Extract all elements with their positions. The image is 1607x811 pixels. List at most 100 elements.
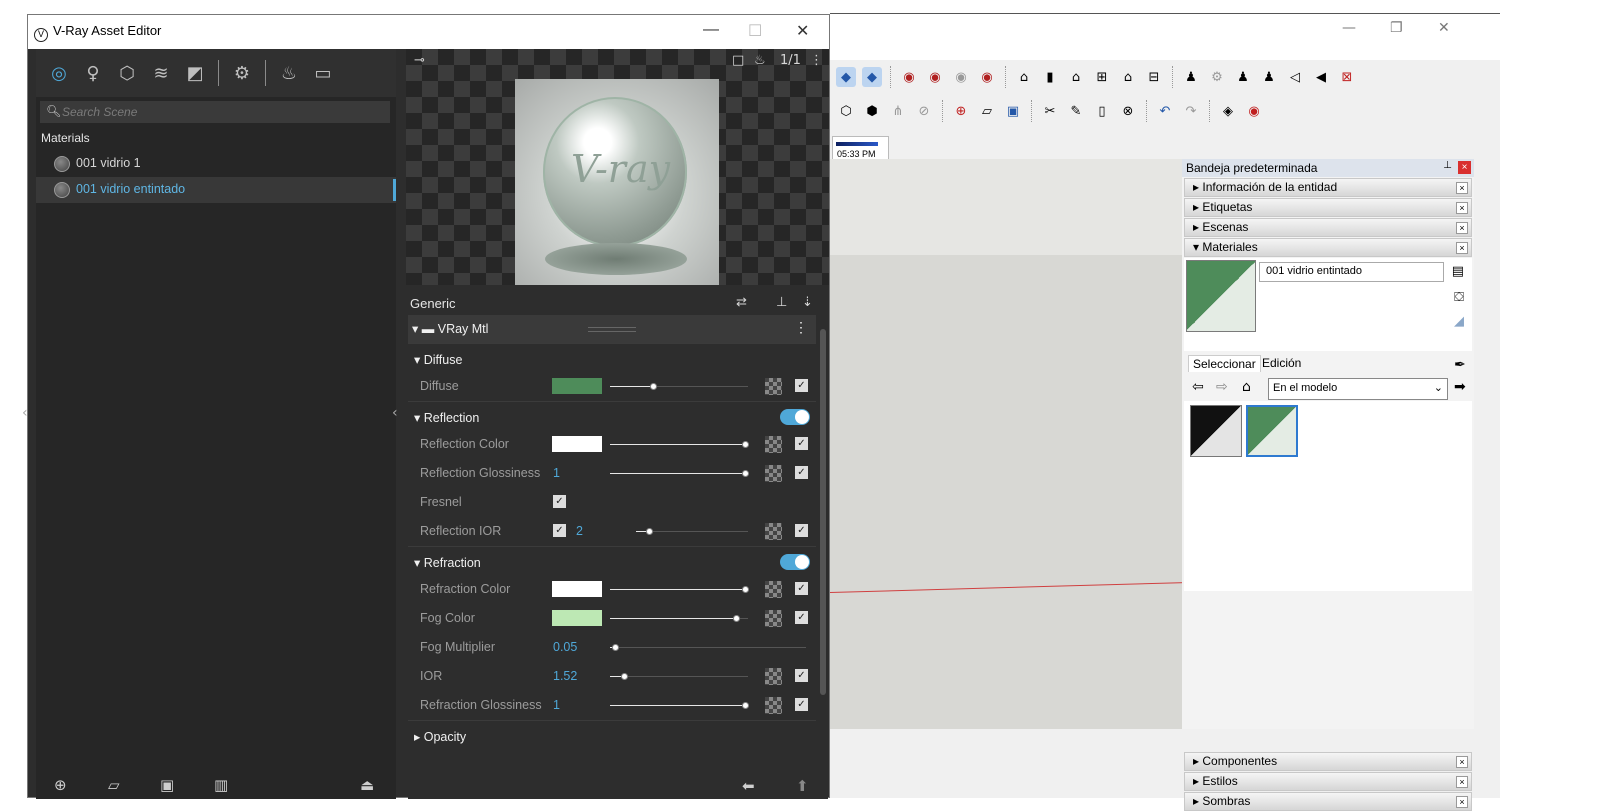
layers-icon[interactable]: ≋ [148, 60, 174, 86]
paste-icon[interactable]: ✎ [1066, 101, 1086, 121]
panel-scenes[interactable]: ▸ Escenas × [1184, 218, 1472, 237]
home-icon[interactable]: ⌂ [1242, 379, 1251, 395]
preview-pin-icon[interactable]: ⊸ [414, 53, 425, 68]
box-icon[interactable]: ⬡ [836, 101, 856, 121]
add-layer-icon[interactable]: ⊥ [776, 294, 787, 310]
create-material-icon[interactable]: ▤ [1452, 264, 1464, 279]
close-button[interactable]: ✕ [1438, 20, 1450, 36]
close-button[interactable]: ✕ [796, 21, 809, 41]
filter-icon[interactable]: ⇄ [736, 294, 747, 310]
ior-slider[interactable] [610, 673, 748, 680]
plane2-icon[interactable]: ◀ [1311, 67, 1331, 87]
scissors-icon[interactable]: ✂ [1040, 101, 1060, 121]
panel-shadows[interactable]: ▸ Sombras × [1184, 792, 1472, 811]
reflection-toggle[interactable] [780, 409, 810, 425]
fresnel-checkbox[interactable]: ✓ [553, 495, 566, 508]
sandbox-icon[interactable]: ◆ [836, 67, 856, 87]
collapse-sidebar-icon[interactable]: ‹ [392, 405, 398, 421]
preview-teapot-icon[interactable]: ♨ [754, 53, 766, 68]
section-reflection[interactable]: ▾ Reflection [408, 401, 816, 430]
minimize-button[interactable]: — [703, 21, 719, 39]
erase-icon[interactable]: ⊗ [1118, 101, 1138, 121]
search-input[interactable]: 🔍︎ Search Scene [40, 101, 390, 123]
house-view-icon[interactable]: ⌂ [1014, 67, 1034, 87]
close-icon[interactable]: × [1456, 242, 1468, 254]
tray-close-icon[interactable]: × [1458, 161, 1471, 174]
gear-dim-icon[interactable]: ⚙ [1207, 67, 1227, 87]
menu-icon[interactable]: ⋮ [794, 319, 808, 336]
details-arrow-icon[interactable]: ➡ [1454, 379, 1466, 395]
settings-gear-icon[interactable]: ⚙ [229, 60, 255, 86]
reflection-glossiness-slider[interactable] [610, 470, 750, 477]
enabled-checkbox[interactable]: ✓ [795, 437, 808, 450]
close-icon[interactable]: × [1456, 222, 1468, 234]
render-teapot-icon[interactable]: ♨ [276, 60, 302, 86]
refraction-color-swatch[interactable] [552, 581, 602, 597]
panel-styles[interactable]: ▸ Estilos × [1184, 772, 1472, 791]
geometry-icon[interactable]: ⬡ [114, 60, 140, 86]
enabled-checkbox[interactable]: ✓ [795, 698, 808, 711]
texture-slot-icon[interactable] [765, 523, 782, 540]
refraction-color-slider[interactable] [610, 586, 750, 593]
home-icon[interactable]: ⌂ [1066, 67, 1086, 87]
material-thumb-green[interactable] [1246, 405, 1298, 457]
undo-icon[interactable]: ↶ [1155, 101, 1175, 121]
textures-icon[interactable]: ◩ [182, 60, 208, 86]
material-item[interactable]: 001 vidrio 1 [36, 151, 396, 177]
properties-scrollbar[interactable] [820, 329, 826, 695]
materials-icon[interactable]: ◎ [46, 60, 72, 86]
reflection-ior-slider[interactable] [636, 528, 748, 535]
reflection-color-slider[interactable] [610, 441, 750, 448]
render-icon[interactable]: ◉ [899, 67, 919, 87]
reflection-color-swatch[interactable] [552, 436, 602, 452]
maximize-button[interactable]: ☐ [748, 21, 762, 41]
reflection-ior-value[interactable]: 2 [576, 524, 583, 538]
back-icon[interactable]: ⇦ [1192, 379, 1204, 395]
material-thumb-black[interactable] [1190, 405, 1242, 457]
close-icon[interactable]: × [1456, 756, 1468, 768]
lights-icon[interactable]: ♀ [80, 60, 106, 86]
folder-open-icon[interactable]: ▱ [977, 101, 997, 121]
building2-icon[interactable]: ⊟ [1144, 67, 1164, 87]
warehouse-icon[interactable]: ◈ [1218, 101, 1238, 121]
restore-button[interactable]: ❐ [1390, 20, 1403, 36]
vraymtl-header[interactable]: ▾ ▬ VRay Mtl ⋮ [408, 315, 816, 343]
up-arrow-icon[interactable]: ⬆ [796, 777, 809, 795]
purge-icon[interactable]: ⏏ [360, 776, 374, 794]
forward-icon[interactable]: ⇨ [1216, 379, 1228, 395]
panel-tags[interactable]: ▸ Etiquetas × [1184, 198, 1472, 217]
save-icon[interactable]: ▣ [160, 776, 174, 794]
delete-icon[interactable]: ▥ [214, 776, 228, 794]
clipboard-icon[interactable]: ▯ [1092, 101, 1112, 121]
plane-icon[interactable]: ◁ [1285, 67, 1305, 87]
render-cloud-icon[interactable]: ◉ [951, 67, 971, 87]
wrap-icon[interactable]: ⊘ [914, 101, 934, 121]
fog-color-slider[interactable] [610, 615, 748, 622]
material-item-selected[interactable]: 001 vidrio entintado [36, 177, 396, 203]
render-interactive-icon[interactable]: ◉ [925, 67, 945, 87]
sample-icon[interactable]: ◢ [1454, 314, 1464, 329]
preview-square-icon[interactable]: □ [732, 53, 744, 68]
preview-counter[interactable]: 1/1 [780, 53, 801, 68]
reflection-glossiness-value[interactable]: 1 [553, 466, 560, 480]
texture-slot-icon[interactable] [765, 668, 782, 685]
tab-edit[interactable]: Edición [1258, 355, 1305, 371]
enabled-checkbox[interactable]: ✓ [795, 524, 808, 537]
refraction-glossiness-value[interactable]: 1 [553, 698, 560, 712]
material-swatch[interactable] [1186, 260, 1256, 332]
texture-slot-icon[interactable] [765, 378, 782, 395]
people2-icon[interactable]: ♟ [1233, 67, 1253, 87]
tab-select[interactable]: Seleccionar [1188, 355, 1261, 372]
texture-slot-icon[interactable] [765, 581, 782, 598]
enabled-checkbox[interactable]: ✓ [795, 611, 808, 624]
preview-menu-icon[interactable]: ⋮ [810, 53, 823, 68]
grass-icon[interactable]: ⋔ [888, 101, 908, 121]
save-icon[interactable]: ▣ [1003, 101, 1023, 121]
extension-icon[interactable]: ◉ [1244, 101, 1264, 121]
close-box-icon[interactable]: ⊠ [1337, 67, 1357, 87]
eyedropper-icon[interactable]: ✒ [1450, 355, 1470, 374]
close-icon[interactable]: × [1456, 202, 1468, 214]
texture-slot-icon[interactable] [765, 610, 782, 627]
enabled-checkbox[interactable]: ✓ [795, 669, 808, 682]
frame-buffer-icon[interactable]: ▭ [310, 60, 336, 86]
